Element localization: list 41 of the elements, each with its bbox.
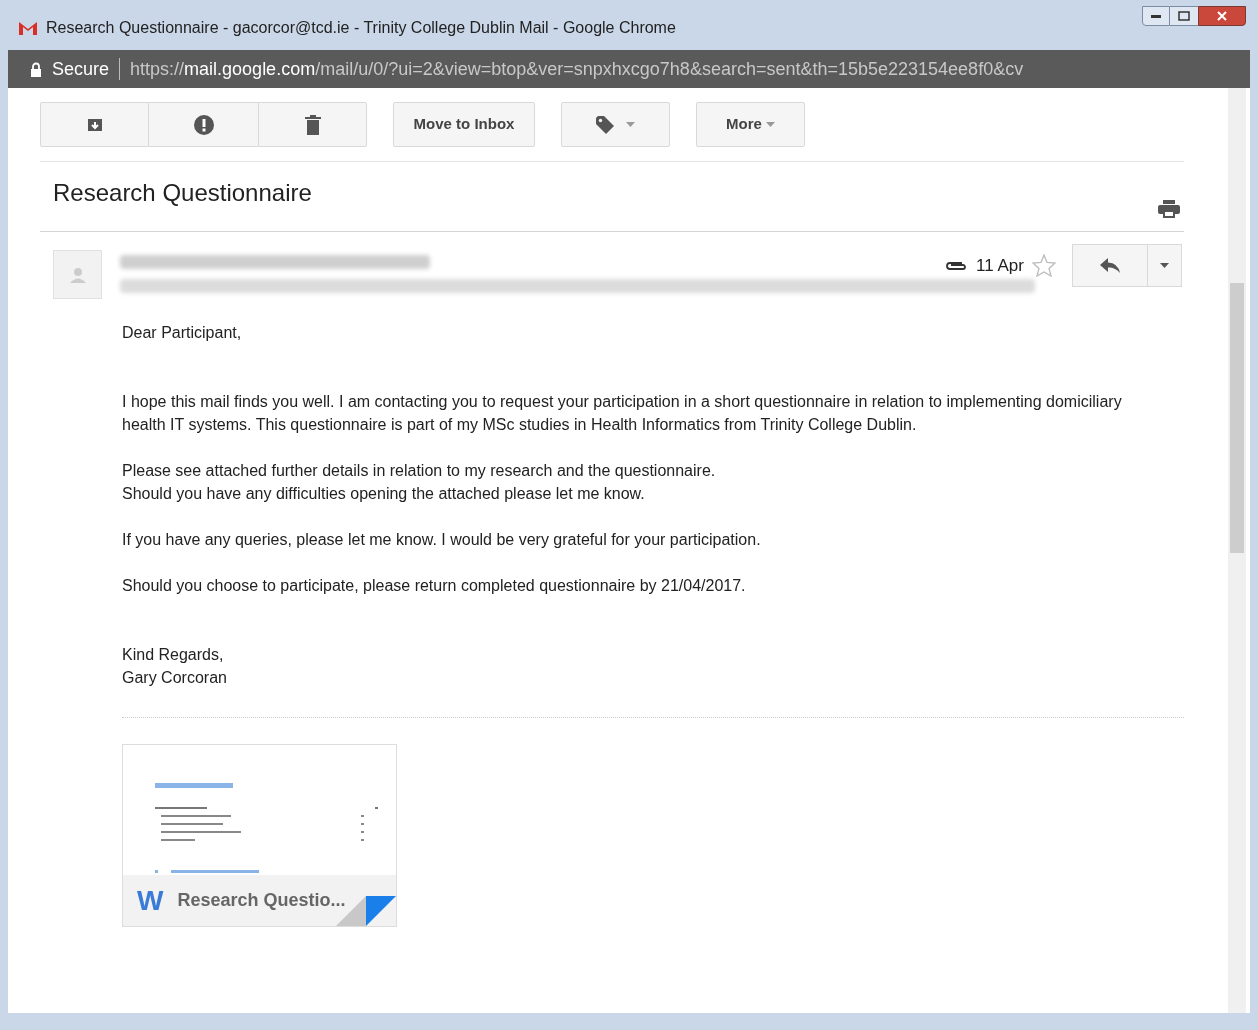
mail-logo-icon [18,20,38,36]
minimize-icon [1151,14,1161,18]
body-paragraph: Dear Participant, [122,323,242,343]
caret-icon [1159,263,1169,268]
person-icon [69,266,86,283]
more-label: More [726,114,762,135]
reply-icon [1099,258,1120,273]
maximize-icon [1178,11,1190,21]
caret-icon [765,122,775,127]
body-paragraph: I hope this mail finds you well. I am contacting you to request your participation in a short questionnaire in relation to implementing domiciliary health IT systems. This questionnaire is part of my MSc studies in Health Informatics from Trinity College Dublin. [122,392,1122,435]
spam-button[interactable] [149,102,258,147]
move-to-inbox-button[interactable]: Move to Inbox [393,102,535,147]
archive-button[interactable] [40,102,149,147]
scrollbar[interactable] [1228,88,1246,1013]
minimize-button[interactable] [1142,6,1170,26]
archive-icon [86,117,103,132]
caret-icon [626,122,635,127]
star-icon[interactable] [1031,254,1056,277]
attachment-card[interactable]: W Research Questio... [122,744,397,927]
trash-icon [304,114,321,135]
attachment-name: Research Questio... [177,889,346,912]
message-date: 11 Apr [976,254,1024,277]
word-letter: W [137,883,164,918]
body-paragraph: Please see attached further details in relation to my research and the questionnaire. Should you have any difficulties opening the attached please let me know. [122,461,716,504]
delete-button[interactable] [258,102,367,147]
close-icon [1217,11,1227,21]
labels-button[interactable] [561,102,670,147]
security-label: Secure [52,57,110,81]
maximize-button[interactable] [1170,6,1198,26]
more-button[interactable]: More [696,102,805,147]
url-text[interactable]: https://mail.google.com/mail/u/0/?ui=2&view=btop&ver=snpxhxcgo7h8&search=sent&th=15b5e223154ee8f0&cv [130,55,1024,83]
reply-button[interactable] [1071,244,1148,287]
body-paragraph: If you have any queries, please let me know. I would be very grateful for your participation. [122,530,761,550]
email-subject: Research Questionnaire [53,177,312,208]
lock-icon [30,61,42,77]
window-title: Research Questionnaire - gacorcor@tcd.ie - Trinity College Dublin Mail - Google Chrome [46,18,676,38]
body-paragraph: Should you choose to participate, please return completed questionnaire by 21/04/2017. [122,576,746,596]
print-icon[interactable] [1158,199,1180,218]
close-button[interactable] [1198,6,1246,26]
exclamation-icon [193,114,214,135]
body-paragraph: Kind Regards, Gary Corcoran [122,645,227,688]
